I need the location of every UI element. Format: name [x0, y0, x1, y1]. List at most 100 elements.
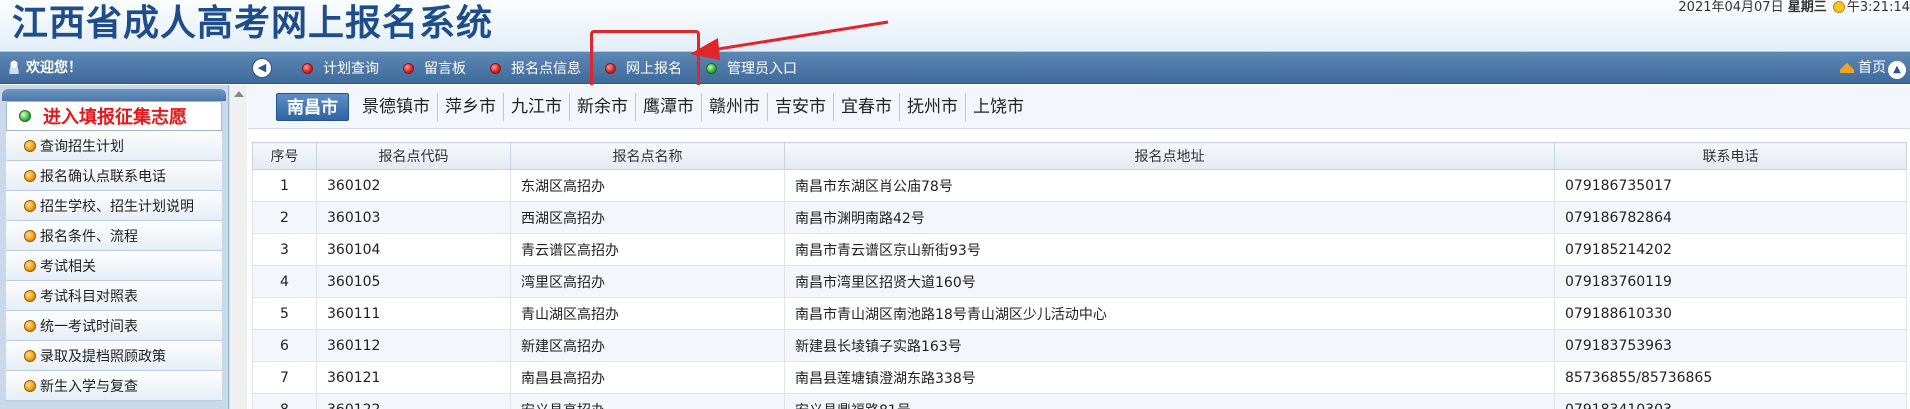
- cell-index: 5: [252, 297, 317, 330]
- sidebar-item[interactable]: 统一考试时间表: [6, 311, 222, 341]
- sidebar-item-label: 查询招生计划: [40, 138, 124, 155]
- cell-name: 青山湖区高招办: [510, 297, 785, 330]
- cell-index: 6: [252, 329, 317, 362]
- cell-name: 东湖区高招办: [510, 169, 785, 202]
- tab-xinyu[interactable]: 新余市: [570, 93, 636, 121]
- cell-phone: 079185214202: [1554, 233, 1907, 266]
- main-content: 南昌市 景德镇市 萍乡市 九江市 新余市 鹰潭市 赣州市 吉安市 宜春市 抚州市…: [248, 85, 1910, 409]
- cell-code: 360121: [316, 361, 511, 394]
- tab-pingxiang[interactable]: 萍乡市: [438, 93, 504, 121]
- home-label: 首页: [1858, 60, 1886, 76]
- home-link[interactable]: 首页 ▲: [1840, 52, 1906, 84]
- cell-address: 新建县长堎镇子实路163号: [784, 329, 1555, 362]
- orange-dot-icon: [24, 259, 36, 272]
- sidebar-item-label: 新生入学与复查: [40, 378, 138, 395]
- date-time: 2021年04月07日 星期三 午3:21:14: [1678, 0, 1910, 16]
- table-row: 3 360104 青云谱区高招办 南昌市青云谱区京山新街93号 07918521…: [252, 233, 1907, 266]
- tab-shangrao[interactable]: 上饶市: [966, 93, 1031, 121]
- cell-address: 安义县鼎福路81号: [784, 393, 1555, 409]
- table-row: 2 360103 西湖区高招办 南昌市渊明南路42号 079186782864: [252, 201, 1907, 234]
- sidebar: 进入填报征集志愿 查询招生计划 报名确认点联系电话 招生学校、招生计划说明 报名…: [0, 85, 229, 409]
- cell-code: 360111: [316, 297, 511, 330]
- scroll-up-icon[interactable]: ▲: [1888, 61, 1906, 79]
- cell-code: 360122: [316, 393, 511, 409]
- sidebar-item[interactable]: 录取及提档照顾政策: [6, 341, 222, 371]
- current-date: 2021年04月07日: [1678, 0, 1784, 15]
- column-header: 序号: [252, 142, 317, 170]
- cell-name: 湾里区高招办: [510, 265, 785, 298]
- cell-phone: 079186782864: [1554, 201, 1907, 234]
- nav-link-registration-points[interactable]: 报名点信息: [478, 52, 593, 84]
- cell-index: 7: [252, 361, 317, 394]
- sidebar-item[interactable]: 考试相关: [6, 251, 222, 281]
- sidebar-item[interactable]: 招生学校、招生计划说明: [6, 191, 222, 221]
- sidebar-item-label: 考试相关: [40, 258, 96, 275]
- red-dot-icon: [490, 62, 501, 74]
- tab-fuzhou[interactable]: 抚州市: [900, 93, 966, 121]
- header: 江西省成人高考网上报名系统 2021年04月07日 星期三 午3:21:14: [0, 0, 1910, 52]
- orange-dot-icon: [24, 379, 36, 392]
- sidebar-primary-link[interactable]: 进入填报征集志愿: [6, 101, 222, 131]
- orange-dot-icon: [24, 139, 36, 152]
- sidebar-item-label: 考试科目对照表: [40, 288, 138, 305]
- nav-link-label: 网上报名: [626, 61, 682, 77]
- city-tabs: 南昌市 景德镇市 萍乡市 九江市 新余市 鹰潭市 赣州市 吉安市 宜春市 抚州市…: [248, 85, 1910, 129]
- sidebar-item[interactable]: 考试科目对照表: [6, 281, 222, 311]
- cell-name: 南昌县高招办: [510, 361, 785, 394]
- sidebar-header: [2, 89, 226, 101]
- cell-index: 4: [252, 265, 317, 298]
- sidebar-item-label: 录取及提档照顾政策: [40, 348, 166, 365]
- nav-links: 计划查询 留言板 报名点信息 网上报名 管理员入口: [290, 52, 809, 84]
- nav-link-online-registration[interactable]: 网上报名: [593, 52, 694, 84]
- table-header-row: 序号 报名点代码 报名点名称 报名点地址 联系电话: [252, 142, 1907, 170]
- cell-address: 南昌市青云谱区京山新街93号: [784, 233, 1555, 266]
- red-dot-icon: [403, 62, 414, 74]
- sidebar-item[interactable]: 新生入学与复查: [6, 371, 222, 401]
- nav-link-label: 管理员入口: [727, 61, 797, 77]
- sidebar-item-label: 统一考试时间表: [40, 318, 138, 335]
- sidebar-item[interactable]: 查询招生计划: [6, 131, 222, 161]
- column-header: 联系电话: [1554, 142, 1907, 170]
- orange-dot-icon: [24, 169, 36, 182]
- table-row: 4 360105 湾里区高招办 南昌市湾里区招贤大道160号 079183760…: [252, 265, 1907, 298]
- current-weekday: 星期三: [1787, 0, 1827, 15]
- table-row: 7 360121 南昌县高招办 南昌县莲塘镇澄湖东路338号 85736855/…: [252, 361, 1907, 394]
- column-header: 报名点名称: [510, 142, 785, 170]
- nav-link-label: 计划查询: [323, 61, 379, 77]
- nav-link-admin-entry[interactable]: 管理员入口: [694, 52, 809, 84]
- cell-index: 1: [252, 169, 317, 202]
- collapse-sidebar-button[interactable]: ◀: [252, 58, 272, 78]
- cell-phone: 079183410303: [1554, 393, 1907, 409]
- column-header: 报名点代码: [316, 142, 511, 170]
- tab-ganzhou[interactable]: 赣州市: [702, 93, 768, 121]
- cell-code: 360102: [316, 169, 511, 202]
- tab-jian[interactable]: 吉安市: [768, 93, 834, 121]
- orange-dot-icon: [24, 289, 36, 302]
- tab-yingtan[interactable]: 鹰潭市: [636, 93, 702, 121]
- cell-address: 南昌县莲塘镇澄湖东路338号: [784, 361, 1555, 394]
- tab-yichun[interactable]: 宜春市: [834, 93, 900, 121]
- tab-jiujiang[interactable]: 九江市: [504, 93, 570, 121]
- cell-address: 南昌市渊明南路42号: [784, 201, 1555, 234]
- nav-link-label: 留言板: [424, 61, 466, 77]
- orange-dot-icon: [24, 319, 36, 332]
- tab-nanchang[interactable]: 南昌市: [276, 93, 349, 121]
- nav-link-plan-query[interactable]: 计划查询: [290, 52, 391, 84]
- nav-link-message-board[interactable]: 留言板: [391, 52, 478, 84]
- scroll-up-arrow-icon[interactable]: [234, 91, 244, 97]
- sidebar-item[interactable]: 报名确认点联系电话: [6, 161, 222, 191]
- orange-dot-icon: [24, 199, 36, 212]
- cell-address: 南昌市青山湖区南池路18号青山湖区少儿活动中心: [784, 297, 1555, 330]
- app-title: 江西省成人高考网上报名系统: [12, 3, 494, 44]
- tab-jingdezhen[interactable]: 景德镇市: [355, 93, 438, 121]
- clock-icon: [1832, 1, 1845, 13]
- sidebar-scrollbar[interactable]: [229, 85, 247, 409]
- sidebar-item-label: 报名条件、流程: [40, 228, 138, 245]
- cell-name: 安义县高招办: [510, 393, 785, 409]
- cell-phone: 079186735017: [1554, 169, 1907, 202]
- cell-phone: 079183760119: [1554, 265, 1907, 298]
- cell-name: 西湖区高招办: [510, 201, 785, 234]
- sidebar-item[interactable]: 报名条件、流程: [6, 221, 222, 251]
- table-row: 6 360112 新建区高招办 新建县长堎镇子实路163号 0791837539…: [252, 329, 1907, 362]
- cell-phone: 079188610330: [1554, 297, 1907, 330]
